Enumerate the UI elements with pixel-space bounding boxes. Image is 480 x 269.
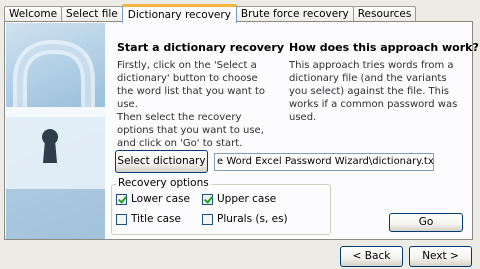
lower-case-label: Lower case: [131, 193, 190, 205]
tab-welcome[interactable]: Welcome: [4, 6, 63, 22]
plurals-label: Plurals (s, es): [217, 213, 288, 225]
next-button[interactable]: Next >: [409, 246, 472, 267]
how-heading: How does this approach work?: [289, 41, 479, 54]
back-button[interactable]: < Back: [340, 246, 403, 267]
title-case-checkbox[interactable]: [116, 214, 127, 225]
lower-case-checkbox[interactable]: [116, 194, 127, 205]
upper-case-label: Upper case: [217, 193, 277, 205]
tab-select-file[interactable]: Select file: [61, 6, 123, 22]
upper-case-checkbox[interactable]: [202, 194, 213, 205]
title-case-label: Title case: [131, 213, 181, 225]
go-button[interactable]: Go: [389, 213, 463, 232]
how-explanation: This approach tries words from a diction…: [289, 60, 458, 123]
lock-icon: [6, 39, 105, 239]
start-heading: Start a dictionary recovery: [117, 41, 284, 54]
padlock-image: [6, 23, 105, 239]
plurals-checkbox[interactable]: [202, 214, 213, 225]
recovery-options-label: Recovery options: [116, 177, 211, 189]
tab-brute-force-recovery[interactable]: Brute force recovery: [235, 6, 354, 22]
tab-strip: Welcome Select file Dictionary recovery …: [4, 4, 417, 23]
dictionary-path-field[interactable]: e Word Excel Password Wizard\dictionary.…: [214, 153, 434, 171]
start-instructions-2: Then select the recovery options that yo…: [117, 112, 264, 149]
tab-dictionary-recovery[interactable]: Dictionary recovery: [121, 4, 237, 23]
start-instructions-1: Firstly, click on the 'Select a dictiona…: [117, 60, 266, 110]
tab-resources[interactable]: Resources: [352, 6, 417, 22]
recovery-options-group: [111, 184, 331, 235]
select-dictionary-button[interactable]: Select dictionary: [115, 150, 208, 173]
